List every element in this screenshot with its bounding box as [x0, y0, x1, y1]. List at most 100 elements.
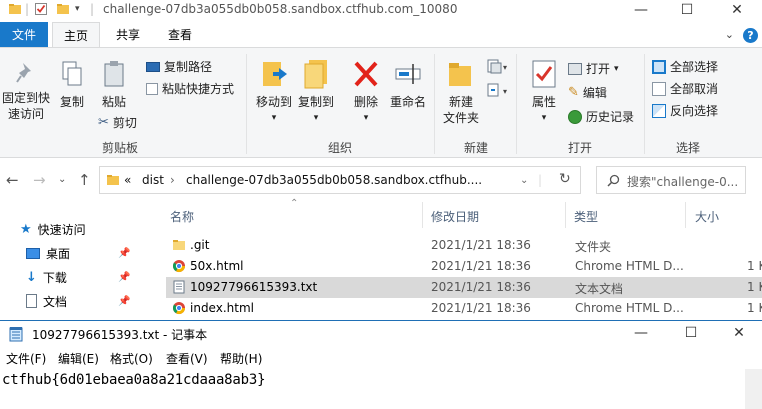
column-header-modified[interactable]: 修改日期 [431, 208, 479, 225]
address-history-chevron-icon[interactable]: ⌄ [520, 175, 528, 186]
copy-path-button[interactable]: 复制路径 [146, 58, 212, 75]
folder-icon [107, 175, 119, 185]
paste-shortcut-button[interactable]: 粘贴快捷方式 [146, 80, 234, 97]
column-header-type[interactable]: 类型 [574, 208, 598, 225]
nav-item-quick-access[interactable]: ★ 快速访问 [20, 218, 86, 240]
copy-to-button[interactable]: 复制到 ▾ [296, 58, 336, 126]
copy-to-icon [304, 60, 327, 89]
new-folder-icon[interactable] [56, 2, 70, 16]
history-button[interactable]: 历史记录 [568, 108, 634, 125]
move-to-button[interactable]: 移动到 ▾ [254, 58, 294, 126]
new-folder-icon [449, 63, 471, 86]
new-item-button[interactable]: ▾ [486, 58, 510, 76]
minimize-button[interactable]: — [618, 0, 664, 20]
notepad-minimize-button[interactable]: — [618, 323, 664, 343]
notepad-title: 10927796615393.txt - 记事本 [32, 328, 208, 342]
window-title: challenge-07db3a055db0b058.sandbox.ctfhu… [103, 2, 458, 16]
notepad-scrollbar[interactable] [745, 369, 762, 409]
breadcrumb-challenge[interactable]: challenge-07db3a055db0b058.sandbox.ctfhu… [186, 173, 482, 187]
search-box[interactable]: 搜索"challenge-0... [596, 166, 746, 194]
file-modified: 2021/1/21 18:36 [431, 301, 531, 315]
sort-ascending-icon: ⌃ [290, 198, 299, 209]
help-icon[interactable]: ? [743, 28, 758, 43]
pinned-icon: 📌 [118, 272, 131, 283]
chevron-down-icon[interactable]: ⌄ [725, 28, 734, 41]
file-size: 1 K [747, 259, 762, 273]
menu-format[interactable]: 格式(O) [110, 350, 153, 367]
rename-button[interactable]: 重命名 [386, 58, 430, 110]
invert-selection-button[interactable]: 反向选择 [652, 102, 718, 119]
nav-item-label: 桌面 [46, 246, 71, 261]
refresh-icon[interactable]: ↻ [559, 171, 571, 187]
file-row-git[interactable]: .git 2021/1/21 18:36 文件夹 [166, 235, 762, 256]
new-folder-label-line1: 新建 [448, 95, 473, 109]
desktop-icon [26, 247, 40, 259]
ribbon-tabs: 文件 主页 共享 查看 ⌄ ? [0, 22, 762, 48]
file-row-index-html[interactable]: index.html 2021/1/21 18:36 Chrome HTML D… [166, 298, 762, 319]
column-header-size[interactable]: 大小 [695, 208, 719, 225]
back-arrow-icon[interactable]: ← [6, 171, 19, 189]
select-none-button[interactable]: 全部取消 [652, 80, 718, 97]
notepad-maximize-button[interactable]: ☐ [668, 323, 714, 343]
delete-icon [354, 61, 378, 87]
menu-file[interactable]: 文件(F) [6, 350, 46, 367]
menu-edit[interactable]: 编辑(E) [58, 350, 99, 367]
edit-icon: ✎ [568, 85, 579, 100]
chrome-icon [172, 260, 185, 273]
copy-button[interactable]: 复制 [56, 60, 88, 110]
menu-view[interactable]: 查看(V) [166, 350, 208, 367]
open-button[interactable]: 打开 ▾ [568, 60, 619, 77]
paste-shortcut-label: 粘贴快捷方式 [162, 82, 235, 96]
paste-label: 粘贴 [101, 95, 126, 109]
svg-text:▾: ▾ [503, 87, 507, 96]
folder-icon [173, 240, 185, 250]
recent-locations-chevron-icon[interactable]: ⌄ [58, 174, 66, 185]
address-overflow-chevron[interactable]: « [124, 173, 131, 187]
select-all-button[interactable]: 全部选择 [652, 58, 718, 75]
column-header-name[interactable]: 名称 [170, 208, 194, 225]
file-row-txt[interactable]: 10927796615393.txt 2021/1/21 18:36 文本文档 … [166, 277, 762, 298]
properties-button[interactable]: 属性 ▾ [526, 58, 562, 126]
breadcrumb-dist[interactable]: dist [142, 173, 164, 187]
nav-item-label: 快速访问 [37, 222, 86, 237]
nav-item-downloads[interactable]: ↓ 下载 [26, 266, 67, 288]
file-type: Chrome HTML D... [575, 259, 684, 273]
tab-view[interactable]: 查看 [156, 22, 204, 48]
pin-to-quick-access-button[interactable]: 固定到快 速访问 [2, 60, 50, 122]
quick-access-dropdown[interactable]: ▾ [75, 4, 80, 14]
notepad-title-bar: 10927796615393.txt - 记事本 — ☐ ✕ [0, 321, 762, 347]
scissors-icon: ✂ [98, 115, 109, 130]
edit-button[interactable]: ✎ 编辑 [568, 84, 607, 101]
rename-label: 重命名 [389, 95, 426, 109]
file-size: 1 K [747, 280, 762, 294]
notepad-menu-bar: 文件(F) 编辑(E) 格式(O) 查看(V) 帮助(H) [0, 347, 762, 369]
cut-button[interactable]: ✂ 剪切 [98, 114, 137, 131]
tab-share[interactable]: 共享 [104, 22, 152, 48]
organize-group-label: 组织 [327, 141, 352, 155]
delete-button[interactable]: 删除 ▾ [348, 58, 384, 126]
new-folder-button[interactable]: 新建 文件夹 [440, 58, 482, 126]
maximize-button[interactable]: ☐ [664, 0, 710, 20]
chrome-icon [172, 302, 185, 315]
close-button[interactable]: ✕ [714, 0, 760, 20]
nav-item-documents[interactable]: 文档 [26, 290, 67, 312]
address-bar[interactable]: « dist › challenge-07db3a055db0b058.sand… [99, 166, 581, 194]
file-name: index.html [190, 301, 254, 315]
select-none-icon [652, 81, 666, 96]
paste-button[interactable]: 粘贴 [98, 60, 130, 110]
nav-item-desktop[interactable]: 桌面 [26, 242, 70, 264]
edit-label: 编辑 [582, 86, 607, 100]
tab-home[interactable]: 主页 [52, 22, 100, 48]
navigation-bar: ← → ⌄ ↑ « dist › challenge-07db3a055db0b… [0, 158, 762, 202]
properties-check-icon[interactable] [34, 2, 48, 16]
tab-file[interactable]: 文件 [0, 22, 48, 48]
file-name: 50x.html [190, 259, 244, 273]
menu-help[interactable]: 帮助(H) [220, 350, 262, 367]
notepad-close-button[interactable]: ✕ [716, 323, 762, 343]
file-type: 文本文档 [575, 282, 624, 296]
up-arrow-icon[interactable]: ↑ [78, 171, 91, 189]
notepad-text-area[interactable]: ctfhub{6d01ebaea0a8a21cdaaa8ab3} [2, 372, 266, 388]
forward-arrow-icon[interactable]: → [33, 171, 46, 189]
file-row-50x-html[interactable]: 50x.html 2021/1/21 18:36 Chrome HTML D..… [166, 256, 762, 277]
easy-access-button[interactable]: ▾ [486, 82, 510, 100]
